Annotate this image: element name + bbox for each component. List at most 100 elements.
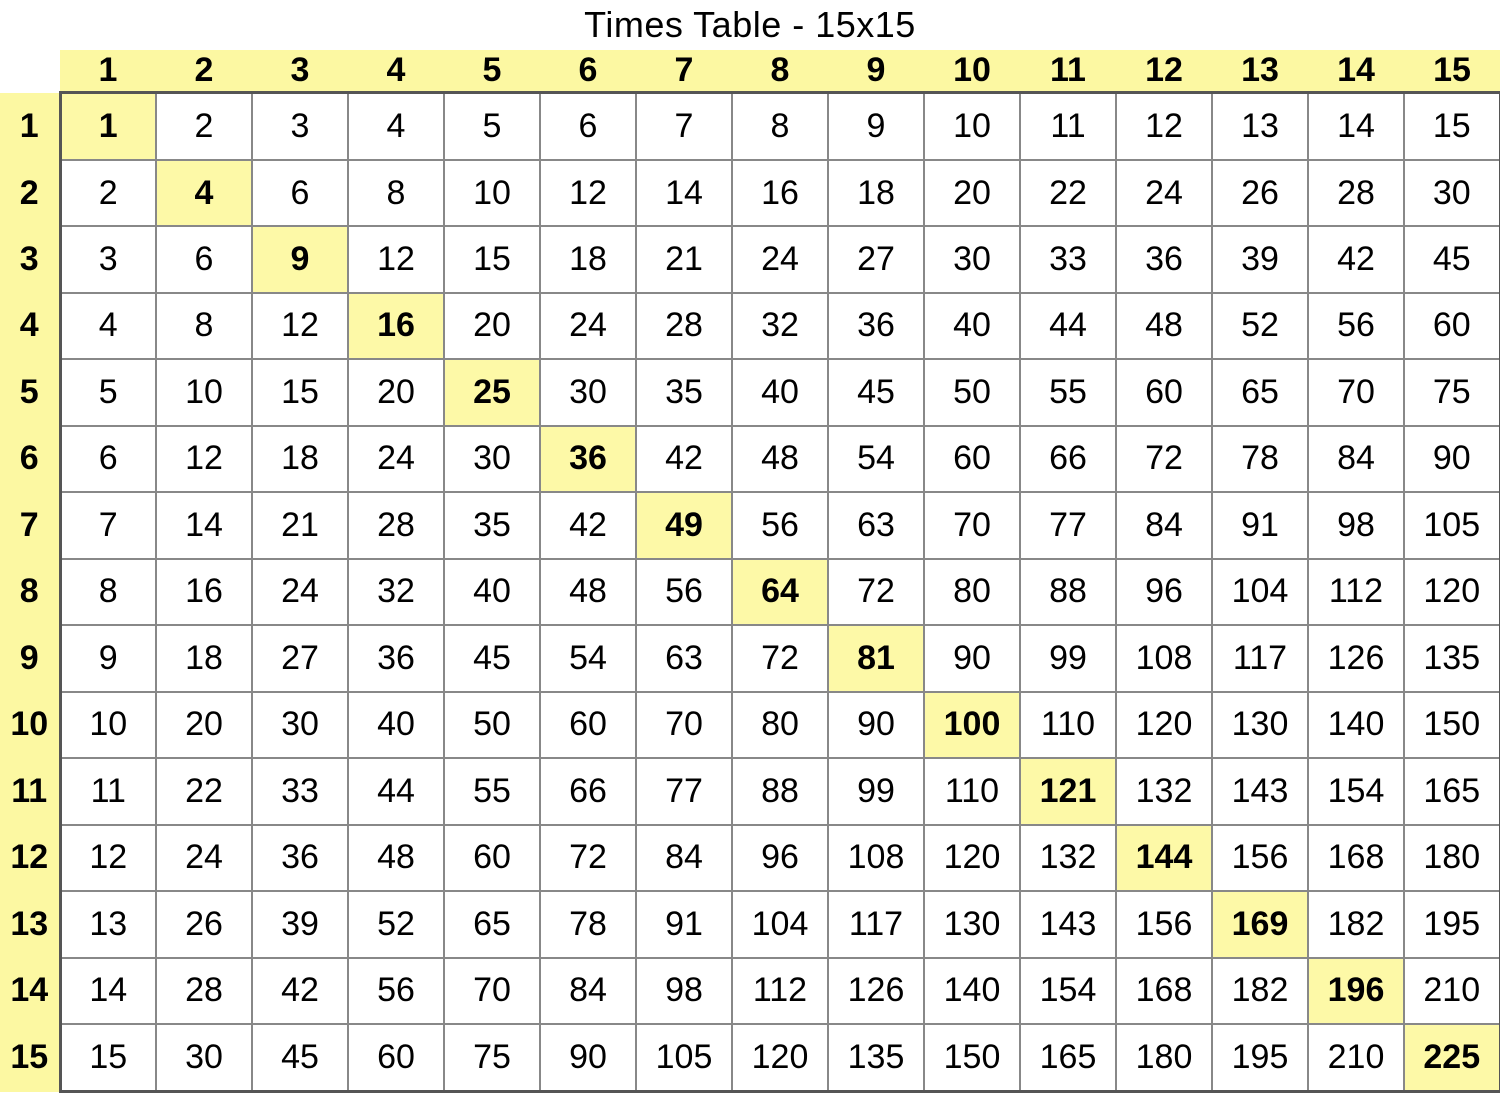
product-cell: 30 (252, 692, 348, 758)
product-cell: 90 (1404, 426, 1500, 492)
product-cell: 98 (636, 958, 732, 1024)
product-cell: 65 (1212, 359, 1308, 425)
square-cell: 169 (1212, 891, 1308, 957)
table-row: 121224364860728496108120132144156168180 (0, 825, 1500, 891)
product-cell: 30 (444, 426, 540, 492)
product-cell: 180 (1116, 1024, 1212, 1091)
square-cell: 64 (732, 559, 828, 625)
table-row: 224681012141618202224262830 (0, 160, 1500, 226)
product-cell: 13 (60, 891, 156, 957)
product-cell: 60 (444, 825, 540, 891)
product-cell: 39 (1212, 226, 1308, 292)
product-cell: 48 (732, 426, 828, 492)
product-cell: 98 (1308, 492, 1404, 558)
product-cell: 117 (828, 891, 924, 957)
table-row: 661218243036424854606672788490 (0, 426, 1500, 492)
square-cell: 100 (924, 692, 1020, 758)
product-cell: 7 (60, 492, 156, 558)
product-cell: 32 (732, 293, 828, 359)
table-row: 1414284256708498112126140154168182196210 (0, 958, 1500, 1024)
product-cell: 108 (828, 825, 924, 891)
product-cell: 60 (540, 692, 636, 758)
product-cell: 104 (1212, 559, 1308, 625)
col-header: 15 (1404, 50, 1500, 93)
table-row: 1313263952657891104117130143156169182195 (0, 891, 1500, 957)
product-cell: 156 (1116, 891, 1212, 957)
product-cell: 6 (540, 93, 636, 160)
product-cell: 90 (540, 1024, 636, 1091)
square-cell: 16 (348, 293, 444, 359)
product-cell: 45 (252, 1024, 348, 1091)
square-cell: 196 (1308, 958, 1404, 1024)
product-cell: 91 (636, 891, 732, 957)
product-cell: 180 (1404, 825, 1500, 891)
product-cell: 140 (1308, 692, 1404, 758)
product-cell: 52 (348, 891, 444, 957)
product-cell: 9 (828, 93, 924, 160)
product-cell: 80 (924, 559, 1020, 625)
product-cell: 108 (1116, 625, 1212, 691)
product-cell: 8 (60, 559, 156, 625)
row-header: 13 (0, 891, 60, 957)
product-cell: 55 (444, 758, 540, 824)
product-cell: 28 (636, 293, 732, 359)
product-cell: 104 (732, 891, 828, 957)
product-cell: 80 (732, 692, 828, 758)
product-cell: 75 (1404, 359, 1500, 425)
product-cell: 72 (1116, 426, 1212, 492)
product-cell: 210 (1308, 1024, 1404, 1091)
product-cell: 154 (1020, 958, 1116, 1024)
page-title: Times Table - 15x15 (0, 0, 1500, 50)
product-cell: 18 (828, 160, 924, 226)
product-cell: 60 (348, 1024, 444, 1091)
product-cell: 39 (252, 891, 348, 957)
product-cell: 50 (444, 692, 540, 758)
table-row: 44812162024283236404448525660 (0, 293, 1500, 359)
product-cell: 132 (1020, 825, 1116, 891)
product-cell: 4 (348, 93, 444, 160)
product-cell: 88 (1020, 559, 1116, 625)
product-cell: 90 (924, 625, 1020, 691)
col-header: 6 (540, 50, 636, 93)
product-cell: 126 (828, 958, 924, 1024)
product-cell: 78 (540, 891, 636, 957)
square-cell: 36 (540, 426, 636, 492)
row-header: 4 (0, 293, 60, 359)
product-cell: 60 (924, 426, 1020, 492)
product-cell: 120 (924, 825, 1020, 891)
product-cell: 30 (540, 359, 636, 425)
product-cell: 5 (444, 93, 540, 160)
product-cell: 40 (348, 692, 444, 758)
product-cell: 36 (252, 825, 348, 891)
product-cell: 30 (156, 1024, 252, 1091)
product-cell: 91 (1212, 492, 1308, 558)
product-cell: 35 (444, 492, 540, 558)
product-cell: 56 (348, 958, 444, 1024)
product-cell: 27 (252, 625, 348, 691)
product-cell: 28 (348, 492, 444, 558)
product-cell: 42 (1308, 226, 1404, 292)
product-cell: 143 (1020, 891, 1116, 957)
product-cell: 156 (1212, 825, 1308, 891)
product-cell: 105 (636, 1024, 732, 1091)
col-header: 13 (1212, 50, 1308, 93)
col-header: 14 (1308, 50, 1404, 93)
product-cell: 56 (1308, 293, 1404, 359)
product-cell: 132 (1116, 758, 1212, 824)
row-header: 12 (0, 825, 60, 891)
product-cell: 7 (636, 93, 732, 160)
square-cell: 81 (828, 625, 924, 691)
product-cell: 12 (252, 293, 348, 359)
product-cell: 33 (1020, 226, 1116, 292)
product-cell: 2 (156, 93, 252, 160)
table-row: 1123456789101112131415 (0, 93, 1500, 160)
product-cell: 130 (1212, 692, 1308, 758)
product-cell: 30 (1404, 160, 1500, 226)
product-cell: 45 (828, 359, 924, 425)
product-cell: 96 (1116, 559, 1212, 625)
product-cell: 14 (60, 958, 156, 1024)
product-cell: 140 (924, 958, 1020, 1024)
row-header: 14 (0, 958, 60, 1024)
row-header: 10 (0, 692, 60, 758)
row-header: 6 (0, 426, 60, 492)
